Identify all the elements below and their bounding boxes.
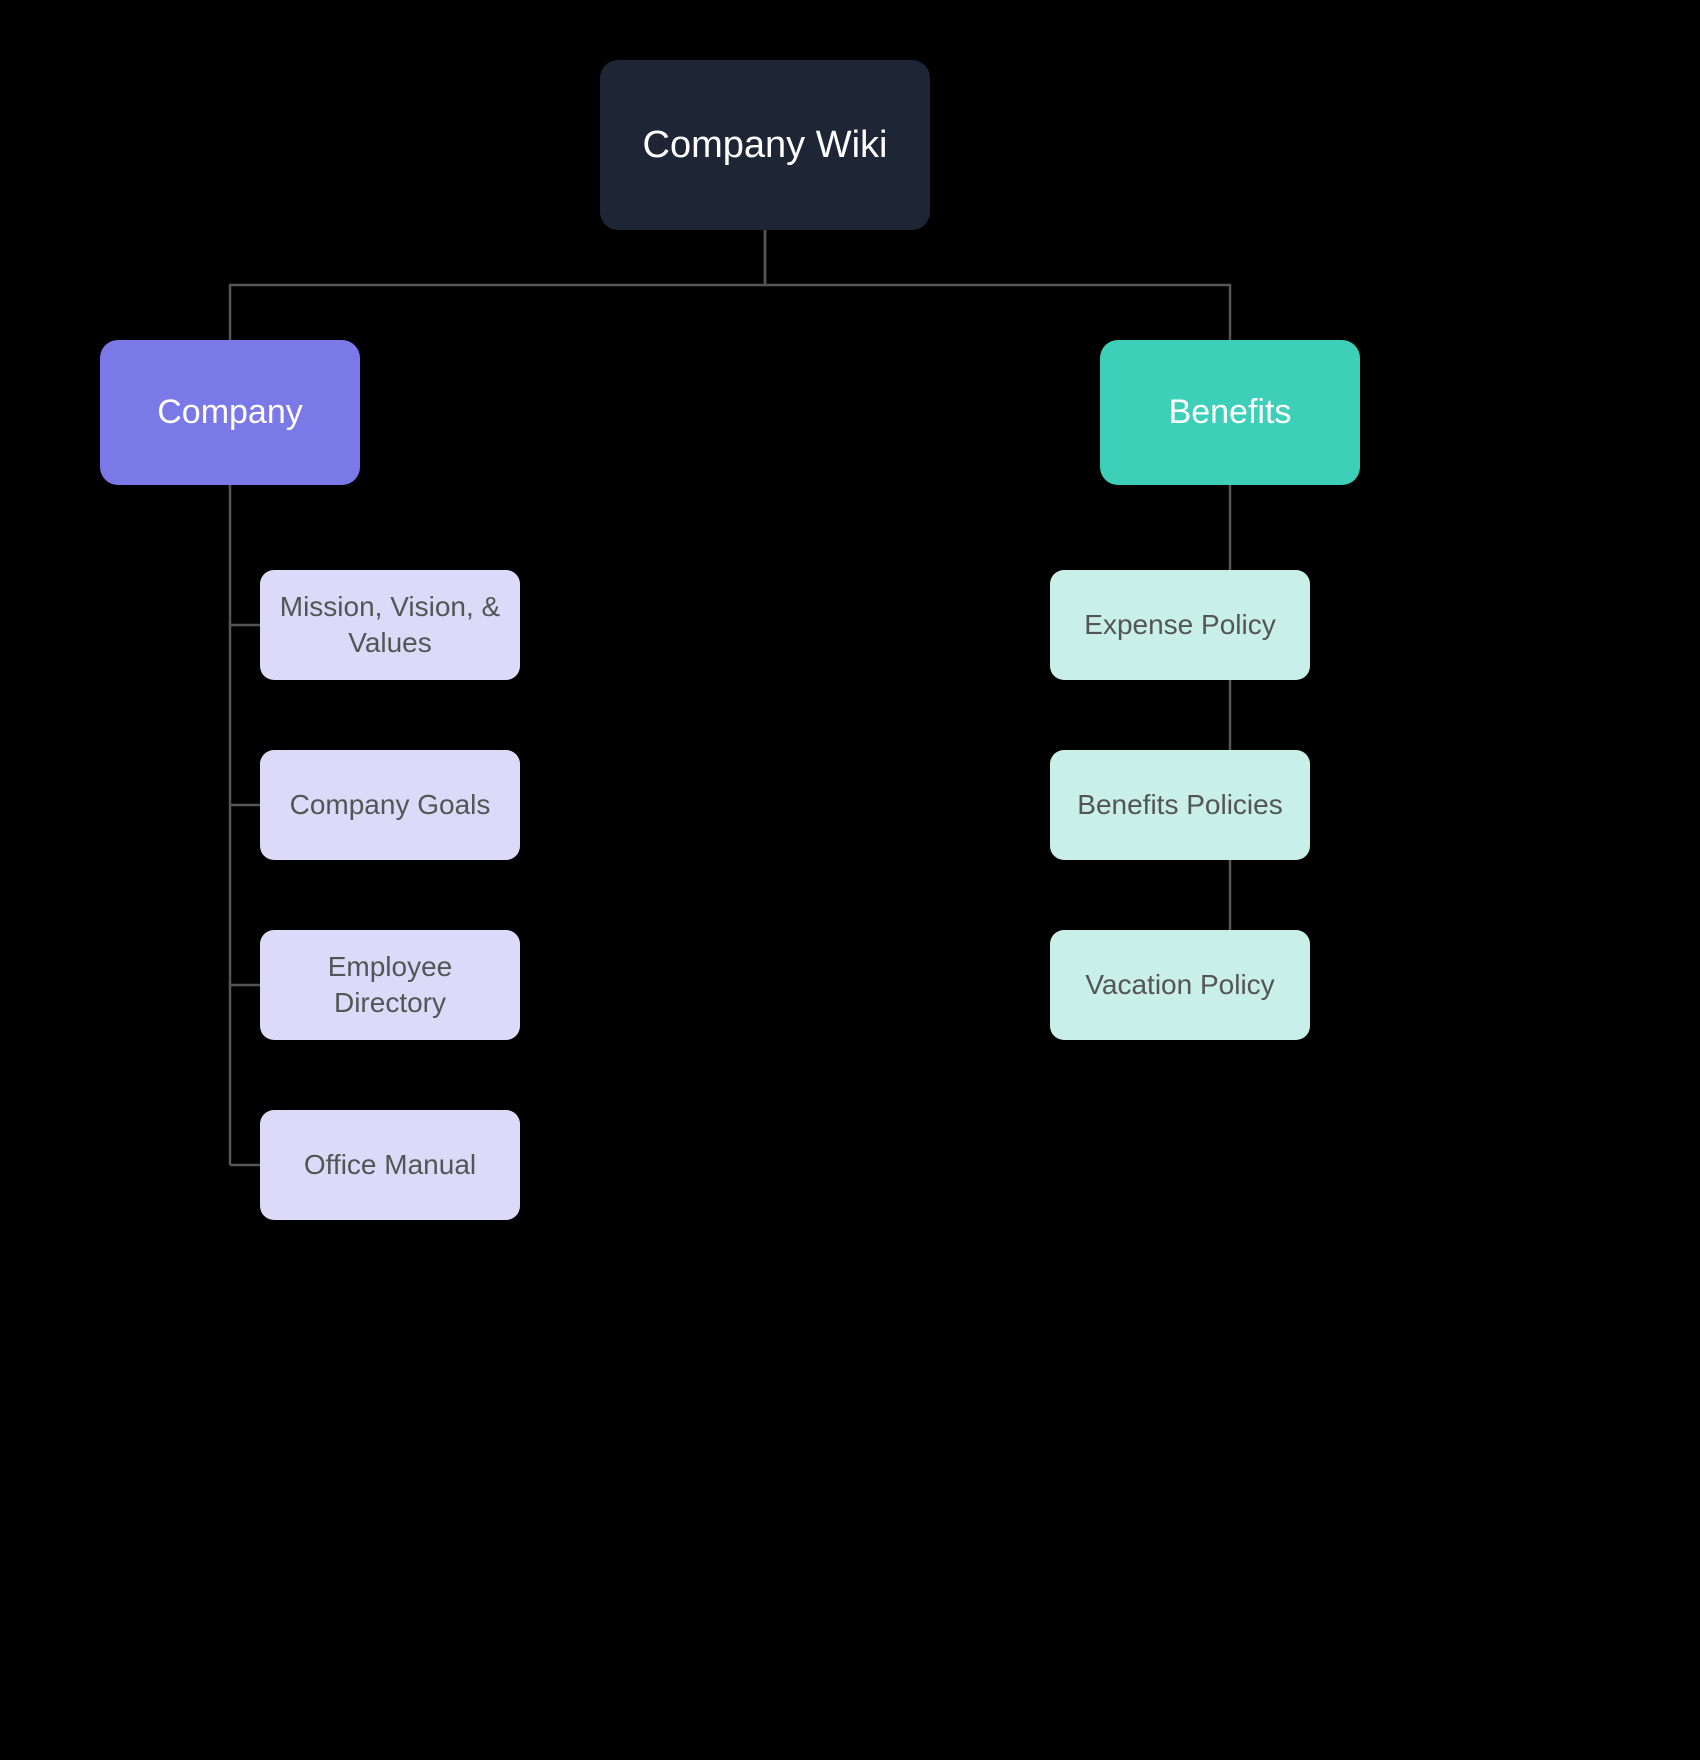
expense-policy-label: Expense Policy	[1084, 607, 1275, 643]
office-manual-node[interactable]: Office Manual	[260, 1110, 520, 1220]
company-node[interactable]: Company	[100, 340, 360, 485]
mission-vision-label: Mission, Vision, & Values	[280, 589, 500, 662]
root-node[interactable]: Company Wiki	[600, 60, 930, 230]
benefits-policies-label: Benefits Policies	[1077, 787, 1282, 823]
benefits-label: Benefits	[1169, 393, 1292, 432]
root-label: Company Wiki	[643, 124, 888, 167]
office-manual-label: Office Manual	[304, 1147, 476, 1183]
benefits-policies-node[interactable]: Benefits Policies	[1050, 750, 1310, 860]
employee-directory-label: Employee Directory	[328, 949, 453, 1022]
diagram: Company Wiki Company Benefits Mission, V…	[0, 0, 1700, 1760]
company-goals-label: Company Goals	[290, 787, 491, 823]
company-label: Company	[157, 393, 303, 432]
connectors	[0, 0, 1700, 1760]
mission-vision-node[interactable]: Mission, Vision, & Values	[260, 570, 520, 680]
expense-policy-node[interactable]: Expense Policy	[1050, 570, 1310, 680]
employee-directory-node[interactable]: Employee Directory	[260, 930, 520, 1040]
company-goals-node[interactable]: Company Goals	[260, 750, 520, 860]
benefits-node[interactable]: Benefits	[1100, 340, 1360, 485]
vacation-policy-node[interactable]: Vacation Policy	[1050, 930, 1310, 1040]
vacation-policy-label: Vacation Policy	[1085, 967, 1274, 1003]
